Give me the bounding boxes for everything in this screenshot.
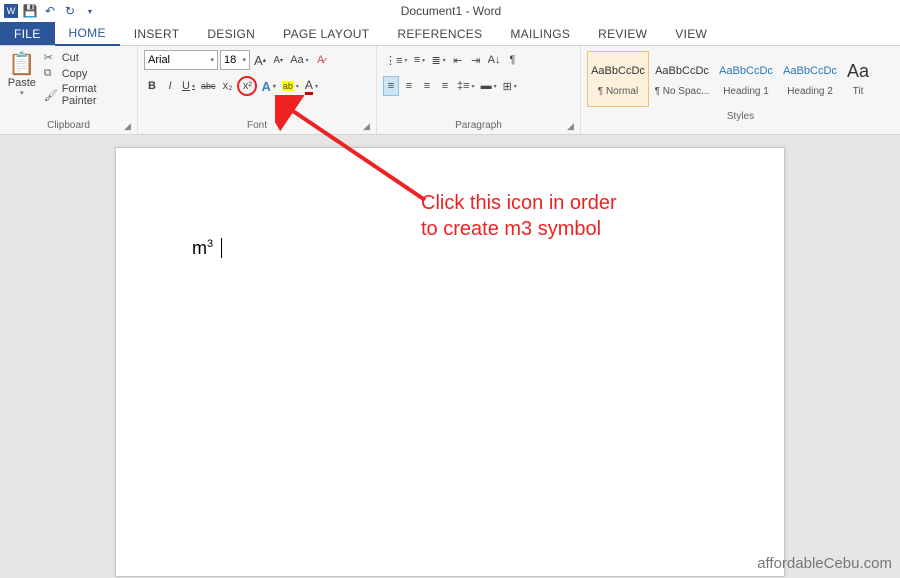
text-effects-button[interactable]: A (259, 76, 277, 96)
tab-page-layout[interactable]: PAGE LAYOUT (269, 22, 383, 45)
multilevel-list-button[interactable]: ≣ (429, 50, 447, 70)
clipboard-launcher-icon[interactable]: ◢ (124, 121, 134, 131)
underline-button[interactable]: U (180, 76, 197, 96)
strikethrough-button[interactable]: abc (199, 76, 218, 96)
superscript-button[interactable]: x² (237, 76, 257, 96)
tab-mailings[interactable]: MAILINGS (496, 22, 584, 45)
font-color-button[interactable]: A (303, 76, 320, 96)
paste-button[interactable]: 📋 Paste ▾ (4, 49, 40, 118)
borders-button[interactable]: ⊞ (501, 76, 519, 96)
subscript-button[interactable]: x₂ (219, 76, 235, 96)
change-case-button[interactable]: Aa (288, 50, 310, 70)
ribbon: 📋 Paste ▾ ✂Cut ⧉Copy 🖌Format Painter Cli… (0, 46, 900, 135)
tab-view[interactable]: VIEW (661, 22, 721, 45)
paragraph-launcher-icon[interactable]: ◢ (567, 121, 577, 131)
qat-customize-icon[interactable]: ▾ (82, 3, 98, 19)
style-normal[interactable]: AaBbCcDc ¶ Normal (587, 51, 649, 107)
group-paragraph: ⋮≡ ≡ ≣ ⇤ ⇥ A↓ ¶ ≡ ≡ ≡ ≡ ‡≡ ▬ ⊞ Paragraph… (377, 46, 581, 134)
tab-references[interactable]: REFERENCES (383, 22, 496, 45)
group-label-paragraph: Paragraph (381, 118, 576, 134)
align-right-button[interactable]: ≡ (419, 76, 435, 96)
watermark: affordableCebu.com (757, 555, 892, 572)
group-label-styles: Styles (585, 109, 896, 125)
tab-review[interactable]: REVIEW (584, 22, 661, 45)
line-spacing-button[interactable]: ‡≡ (455, 76, 477, 96)
cut-icon: ✂ (44, 51, 58, 64)
bullets-button[interactable]: ⋮≡ (383, 50, 409, 70)
annotation-text: Click this icon in order to create m3 sy… (421, 190, 617, 242)
tab-design[interactable]: DESIGN (193, 22, 269, 45)
align-left-button[interactable]: ≡ (383, 76, 399, 96)
style-heading-2[interactable]: AaBbCcDc Heading 2 (779, 51, 841, 107)
copy-button[interactable]: ⧉Copy (44, 67, 129, 80)
style-title[interactable]: Aa Tit (843, 51, 873, 107)
group-label-clipboard: Clipboard (4, 118, 133, 134)
grow-font-button[interactable]: A▴ (252, 50, 268, 70)
decrease-indent-button[interactable]: ⇤ (450, 50, 466, 70)
copy-icon: ⧉ (44, 67, 58, 80)
shading-button[interactable]: ▬ (479, 76, 499, 96)
undo-icon[interactable]: ↶ (42, 3, 58, 19)
format-painter-button[interactable]: 🖌Format Painter (44, 83, 129, 107)
align-center-button[interactable]: ≡ (401, 76, 417, 96)
document-title: Document1 - Word (102, 4, 800, 18)
tab-home[interactable]: HOME (55, 22, 120, 46)
justify-button[interactable]: ≡ (437, 76, 453, 96)
show-marks-button[interactable]: ¶ (505, 50, 521, 70)
font-size-combo[interactable]: 18▾ (220, 50, 250, 70)
group-label-font: Font (142, 118, 372, 134)
ribbon-tabs: FILE HOME INSERT DESIGN PAGE LAYOUT REFE… (0, 22, 900, 46)
style-heading-1[interactable]: AaBbCcDc Heading 1 (715, 51, 777, 107)
cut-button[interactable]: ✂Cut (44, 51, 129, 64)
paste-icon: 📋 (4, 51, 40, 77)
sort-button[interactable]: A↓ (486, 50, 503, 70)
word-icon: W (4, 4, 18, 18)
clear-formatting-button[interactable]: A̷ (313, 50, 329, 70)
group-clipboard: 📋 Paste ▾ ✂Cut ⧉Copy 🖌Format Painter Cli… (0, 46, 138, 134)
tab-file[interactable]: FILE (0, 22, 55, 45)
font-name-combo[interactable]: Arial▾ (144, 50, 218, 70)
text-cursor (221, 238, 222, 258)
redo-icon[interactable]: ↻ (62, 3, 78, 19)
group-font: Arial▾ 18▾ A▴ A▾ Aa A̷ B I U abc x₂ x² A… (138, 46, 377, 134)
shrink-font-button[interactable]: A▾ (270, 50, 286, 70)
tab-insert[interactable]: INSERT (120, 22, 194, 45)
quick-access-toolbar: W 💾 ↶ ↻ ▾ (0, 3, 102, 19)
italic-button[interactable]: I (162, 76, 178, 96)
group-styles: AaBbCcDc ¶ Normal AaBbCcDc ¶ No Spac... … (581, 46, 900, 134)
format-painter-icon: 🖌 (44, 89, 58, 102)
style-no-spacing[interactable]: AaBbCcDc ¶ No Spac... (651, 51, 713, 107)
bold-button[interactable]: B (144, 76, 160, 96)
save-icon[interactable]: 💾 (22, 3, 38, 19)
increase-indent-button[interactable]: ⇥ (468, 50, 484, 70)
numbering-button[interactable]: ≡ (411, 50, 427, 70)
highlight-button[interactable]: ab (280, 76, 301, 96)
font-launcher-icon[interactable]: ◢ (363, 121, 373, 131)
